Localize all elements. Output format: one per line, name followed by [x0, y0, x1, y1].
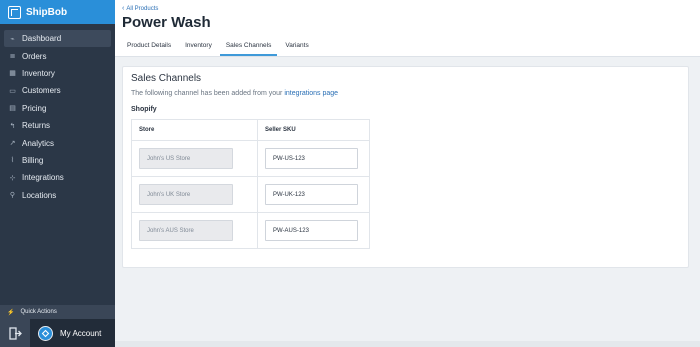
lightning-bolt-icon: ⚡: [7, 309, 15, 316]
logout-icon: [8, 326, 22, 340]
sidebar-item-integrations[interactable]: ⊹ Integrations: [4, 169, 111, 186]
sidebar-item-label: Dashboard: [22, 34, 62, 44]
orders-icon: ≣: [9, 53, 16, 61]
chevron-left-icon: ‹: [122, 5, 125, 12]
account-avatar-icon[interactable]: [38, 325, 53, 341]
sidebar-item-label: Locations: [22, 190, 57, 200]
subtitle-text: The following channel has been added fro…: [131, 90, 285, 97]
store-field-disabled: John's UK Store: [139, 184, 233, 205]
channel-group-label: Shopify: [131, 106, 157, 113]
sidebar-item-returns[interactable]: ↰ Returns: [4, 117, 111, 134]
sidebar: ShipBob ⌁ Dashboard ≣ Orders ▦ Inventory…: [0, 0, 115, 347]
sidebar-item-label: Integrations: [22, 173, 64, 183]
sidebar-item-label: Returns: [22, 121, 51, 131]
column-header-store: Store: [131, 119, 258, 141]
table-row: John's UK Store PW-UK-123: [131, 176, 370, 213]
inventory-icon: ▦: [9, 70, 16, 78]
table-row: John's US Store PW-US-123: [131, 140, 370, 177]
tab-variants[interactable]: Variants: [279, 42, 314, 56]
page-header: ‹ All Products Power Wash: [115, 0, 700, 39]
seller-sku-input[interactable]: PW-AUS-123: [265, 220, 358, 241]
integrations-page-link[interactable]: integrations page: [284, 90, 338, 97]
sidebar-item-label: Customers: [22, 86, 61, 96]
table-header-row: Store Seller SKU: [131, 119, 370, 141]
location-pin-icon: ⚲: [9, 192, 16, 200]
sidebar-item-inventory[interactable]: ▦ Inventory: [4, 65, 111, 82]
customers-icon: ▭: [9, 87, 16, 95]
sidebar-item-customers[interactable]: ▭ Customers: [4, 82, 111, 99]
quick-actions-label: Quick Actions: [20, 309, 57, 315]
logout-button[interactable]: [0, 319, 30, 347]
sku-cell: PW-UK-123: [257, 176, 370, 213]
returns-icon: ↰: [9, 122, 16, 130]
sidebar-item-analytics[interactable]: ↗ Analytics: [4, 134, 111, 151]
dashboard-icon: ⌁: [10, 35, 15, 43]
table-row: John's AUS Store PW-AUS-123: [131, 212, 370, 249]
store-field-disabled: John's US Store: [139, 148, 233, 169]
store-cell: John's US Store: [131, 140, 258, 177]
account-bar: My Account: [0, 319, 115, 347]
sidebar-nav: ⌁ Dashboard ≣ Orders ▦ Inventory ▭ Custo…: [0, 30, 115, 204]
pricing-icon: ▤: [9, 105, 16, 113]
quick-actions-button[interactable]: ⚡ Quick Actions: [0, 305, 115, 319]
brand-header[interactable]: ShipBob: [0, 0, 115, 24]
tab-sales-channels[interactable]: Sales Channels: [219, 42, 278, 56]
sidebar-item-label: Orders: [22, 51, 47, 61]
sidebar-item-locations[interactable]: ⚲ Locations: [4, 187, 111, 204]
back-link-label: All Products: [126, 5, 159, 12]
shipbob-badge-icon: [41, 329, 50, 337]
tab-product-details[interactable]: Product Details: [121, 42, 177, 56]
sidebar-item-label: Pricing: [22, 103, 47, 113]
billing-icon: ⌇: [10, 157, 15, 165]
integrations-icon: ⊹: [9, 174, 16, 182]
sidebar-item-label: Inventory: [22, 68, 55, 78]
my-account-link[interactable]: My Account: [60, 329, 101, 338]
store-cell: John's AUS Store: [131, 212, 258, 249]
seller-sku-input[interactable]: PW-UK-123: [265, 184, 358, 205]
main-content: ‹ All Products Power Wash Product Detail…: [115, 0, 700, 347]
seller-sku-input[interactable]: PW-US-123: [265, 148, 358, 169]
brand-name: ShipBob: [26, 6, 68, 18]
sidebar-item-dashboard[interactable]: ⌁ Dashboard: [4, 30, 111, 48]
column-header-seller-sku: Seller SKU: [257, 119, 370, 141]
back-to-products-link[interactable]: ‹ All Products: [122, 5, 700, 12]
sidebar-item-pricing[interactable]: ▤ Pricing: [4, 100, 111, 117]
page-title: Power Wash: [122, 14, 211, 31]
sidebar-item-orders[interactable]: ≣ Orders: [4, 47, 111, 64]
sidebar-item-billing[interactable]: ⌇ Billing: [4, 152, 111, 169]
tab-inventory[interactable]: Inventory: [179, 42, 218, 56]
card-subtitle: The following channel has been added fro…: [131, 90, 680, 97]
sku-cell: PW-AUS-123: [257, 212, 370, 249]
bottom-divider: [115, 341, 700, 347]
shipbob-logo-icon: [8, 5, 21, 19]
sidebar-item-label: Analytics: [22, 138, 55, 148]
card-title: Sales Channels: [131, 73, 202, 84]
store-field-disabled: John's AUS Store: [139, 220, 233, 241]
sku-cell: PW-US-123: [257, 140, 370, 177]
sales-channels-card: Sales Channels The following channel has…: [122, 66, 689, 268]
sales-channel-table: Store Seller SKU John's US Store PW-US-1…: [131, 119, 370, 249]
sidebar-item-label: Billing: [22, 155, 44, 165]
product-tabs: Product Details Inventory Sales Channels…: [115, 39, 700, 57]
analytics-icon: ↗: [9, 140, 16, 148]
store-cell: John's UK Store: [131, 176, 258, 213]
